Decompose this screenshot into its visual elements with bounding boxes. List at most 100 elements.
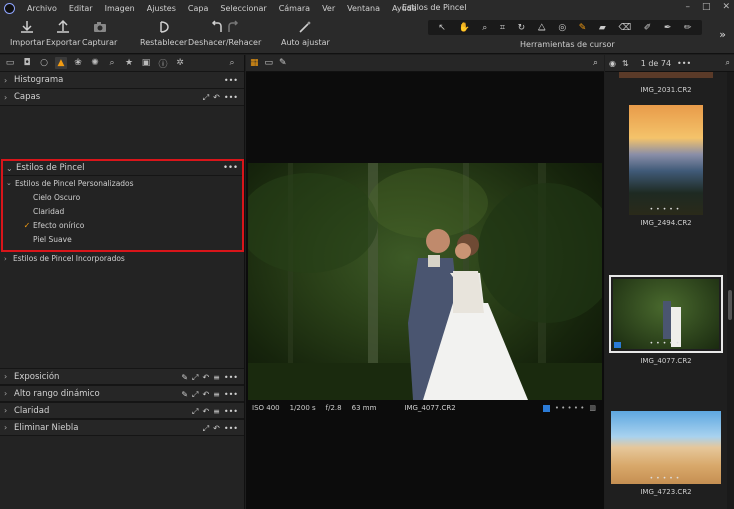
brush-icon[interactable]: ✎: [579, 23, 587, 33]
browser-scrollbar[interactable]: [727, 72, 734, 509]
list-icon[interactable]: ≡: [213, 373, 220, 383]
rating-dots[interactable]: •••••: [613, 340, 719, 347]
menu-seleccionar[interactable]: Seleccionar: [214, 4, 272, 13]
more-options-icon[interactable]: •••: [677, 59, 691, 68]
toolbar-overflow-icon[interactable]: »: [719, 28, 726, 41]
brush-style-item[interactable]: Claridad: [3, 204, 242, 218]
builtin-brush-group[interactable]: › Estilos de Pincel Incorporados: [4, 254, 125, 263]
library-tab-icon[interactable]: ▭: [4, 57, 16, 69]
brush-styles-header[interactable]: ⌄ Estilos de Pincel •••: [3, 161, 242, 176]
thumbnail-image[interactable]: •••••: [629, 105, 703, 215]
list-icon[interactable]: ≡: [213, 390, 220, 400]
expand-icon[interactable]: ⤢: [203, 93, 209, 103]
rating-dots[interactable]: • • • • •: [555, 404, 585, 412]
expand-icon[interactable]: ⤢: [192, 407, 198, 417]
auto-adjust-button[interactable]: Auto ajustar: [281, 19, 330, 47]
thumbnail-cell[interactable]: ••••• IMG_2494.CR2: [605, 105, 727, 227]
crop-icon[interactable]: ⌗: [500, 23, 505, 33]
more-options-icon[interactable]: •••: [223, 163, 238, 173]
grid-view-icon[interactable]: ▦: [250, 58, 259, 68]
more-options-icon[interactable]: •••: [224, 407, 238, 417]
capture-tab-icon[interactable]: ◘: [21, 57, 33, 69]
picker-icon[interactable]: ✎: [181, 373, 188, 383]
keystone-icon[interactable]: ⧋: [538, 23, 546, 33]
import-button[interactable]: Importar: [10, 19, 45, 47]
section-histogram[interactable]: › Histograma •••: [0, 72, 244, 89]
section-clarity[interactable]: › Claridad ⤢ ↶ ≡ •••: [0, 402, 244, 419]
color-tab-icon[interactable]: ❀: [72, 57, 84, 69]
thumbnail-image[interactable]: •••••: [613, 279, 719, 349]
menu-editar[interactable]: Editar: [63, 4, 99, 13]
reset-button[interactable]: Restablecer: [140, 19, 187, 47]
pan-hand-icon[interactable]: ✋: [458, 23, 469, 33]
annotate-icon[interactable]: ✒: [664, 23, 672, 33]
reset-section-icon[interactable]: ↶: [213, 93, 220, 103]
viewer-search-icon[interactable]: ⌕: [593, 58, 598, 68]
reset-section-icon[interactable]: ↶: [213, 424, 220, 434]
minimize-icon[interactable]: –: [685, 2, 690, 12]
search-tab-icon[interactable]: ⌕: [106, 57, 118, 69]
expand-icon[interactable]: ⤢: [203, 424, 209, 434]
section-exposure[interactable]: › Exposición ✎ ⤢ ↶ ≡ •••: [0, 368, 244, 385]
thumbnail-image[interactable]: [619, 72, 713, 78]
picker-icon[interactable]: ✎: [181, 390, 188, 400]
eye-icon[interactable]: ◉: [609, 59, 616, 68]
color-picker-icon[interactable]: ✐: [644, 23, 652, 33]
expand-icon[interactable]: ⤢: [192, 373, 198, 383]
gradient-icon[interactable]: ▰: [599, 23, 606, 33]
menu-imagen[interactable]: Imagen: [99, 4, 141, 13]
main-photo[interactable]: [248, 163, 602, 400]
brush-style-item[interactable]: Piel Suave: [3, 232, 242, 246]
thumbnail-cell-selected[interactable]: ••••• IMG_4077.CR2: [605, 275, 727, 365]
menu-ajustes[interactable]: Ajustes: [141, 4, 182, 13]
more-options-icon[interactable]: •••: [224, 373, 238, 383]
export-button[interactable]: Exportar: [46, 19, 80, 47]
more-options-icon[interactable]: •••: [224, 424, 238, 434]
menu-archivo[interactable]: Archivo: [21, 4, 63, 13]
scrollbar-thumb[interactable]: [728, 290, 732, 320]
single-view-icon[interactable]: ▭: [265, 58, 274, 68]
more-options-icon[interactable]: •••: [224, 76, 238, 85]
picker-icon[interactable]: ✎: [279, 58, 287, 68]
thumbnail-cell[interactable]: ••••• IMG_4723.CR2: [605, 411, 727, 496]
brush-style-item[interactable]: Cielo Oscuro: [3, 190, 242, 204]
rating-dots[interactable]: •••••: [611, 475, 721, 482]
section-hdr[interactable]: › Alto rango dinámico ✎ ⤢ ↶ ≡ •••: [0, 385, 244, 402]
rotate-icon[interactable]: ↻: [518, 23, 526, 33]
select-arrow-icon[interactable]: ↖: [438, 23, 446, 33]
maximize-icon[interactable]: □: [702, 2, 711, 12]
section-dehaze[interactable]: › Eliminar Niebla ⤢ ↶ •••: [0, 419, 244, 436]
thumbnail-image[interactable]: •••••: [611, 411, 721, 484]
thumbnail-cell[interactable]: IMG_2031.CR2: [605, 72, 727, 94]
pen-icon[interactable]: ✏: [684, 23, 692, 33]
eraser-icon[interactable]: ⌫: [618, 23, 631, 33]
reset-section-icon[interactable]: ↶: [202, 407, 209, 417]
brush-style-item-selected[interactable]: ✓ Efecto onírico: [3, 218, 242, 232]
custom-brush-group[interactable]: ⌄ Estilos de Pincel Personalizados: [3, 176, 242, 190]
spot-removal-icon[interactable]: ◎: [558, 23, 566, 33]
adjustments-tab-icon[interactable]: ▣: [140, 57, 152, 69]
more-options-icon[interactable]: •••: [224, 390, 238, 400]
settings-tab-icon[interactable]: ✲: [174, 57, 186, 69]
menu-ventana[interactable]: Ventana: [341, 4, 386, 13]
rating-dots[interactable]: •••••: [629, 206, 703, 213]
menu-camara[interactable]: Cámara: [273, 4, 316, 13]
tools-search-icon[interactable]: ⌕: [226, 57, 238, 69]
reset-section-icon[interactable]: ↶: [202, 373, 209, 383]
color-tag-icon[interactable]: [542, 404, 550, 412]
details-tab-icon[interactable]: ✺: [89, 57, 101, 69]
menu-capa[interactable]: Capa: [182, 4, 214, 13]
close-icon[interactable]: ✕: [722, 2, 730, 12]
list-icon[interactable]: ≡: [213, 407, 220, 417]
section-layers[interactable]: › Capas ⤢ ↶ •••: [0, 89, 244, 106]
zoom-icon[interactable]: ⌕: [482, 23, 487, 33]
metadata-tab-icon[interactable]: ⓘ: [157, 57, 169, 70]
favorites-tab-icon[interactable]: ★: [123, 57, 135, 69]
undo-redo-button[interactable]: Deshacer/Rehacer: [188, 19, 261, 47]
exposure-tab-icon[interactable]: ▲: [55, 57, 67, 69]
browser-search-icon[interactable]: ⌕: [726, 58, 730, 68]
reset-section-icon[interactable]: ↶: [202, 390, 209, 400]
expand-icon[interactable]: ⤢: [192, 390, 198, 400]
lens-tab-icon[interactable]: ○: [38, 57, 50, 69]
sort-icon[interactable]: ⇅: [622, 59, 629, 68]
